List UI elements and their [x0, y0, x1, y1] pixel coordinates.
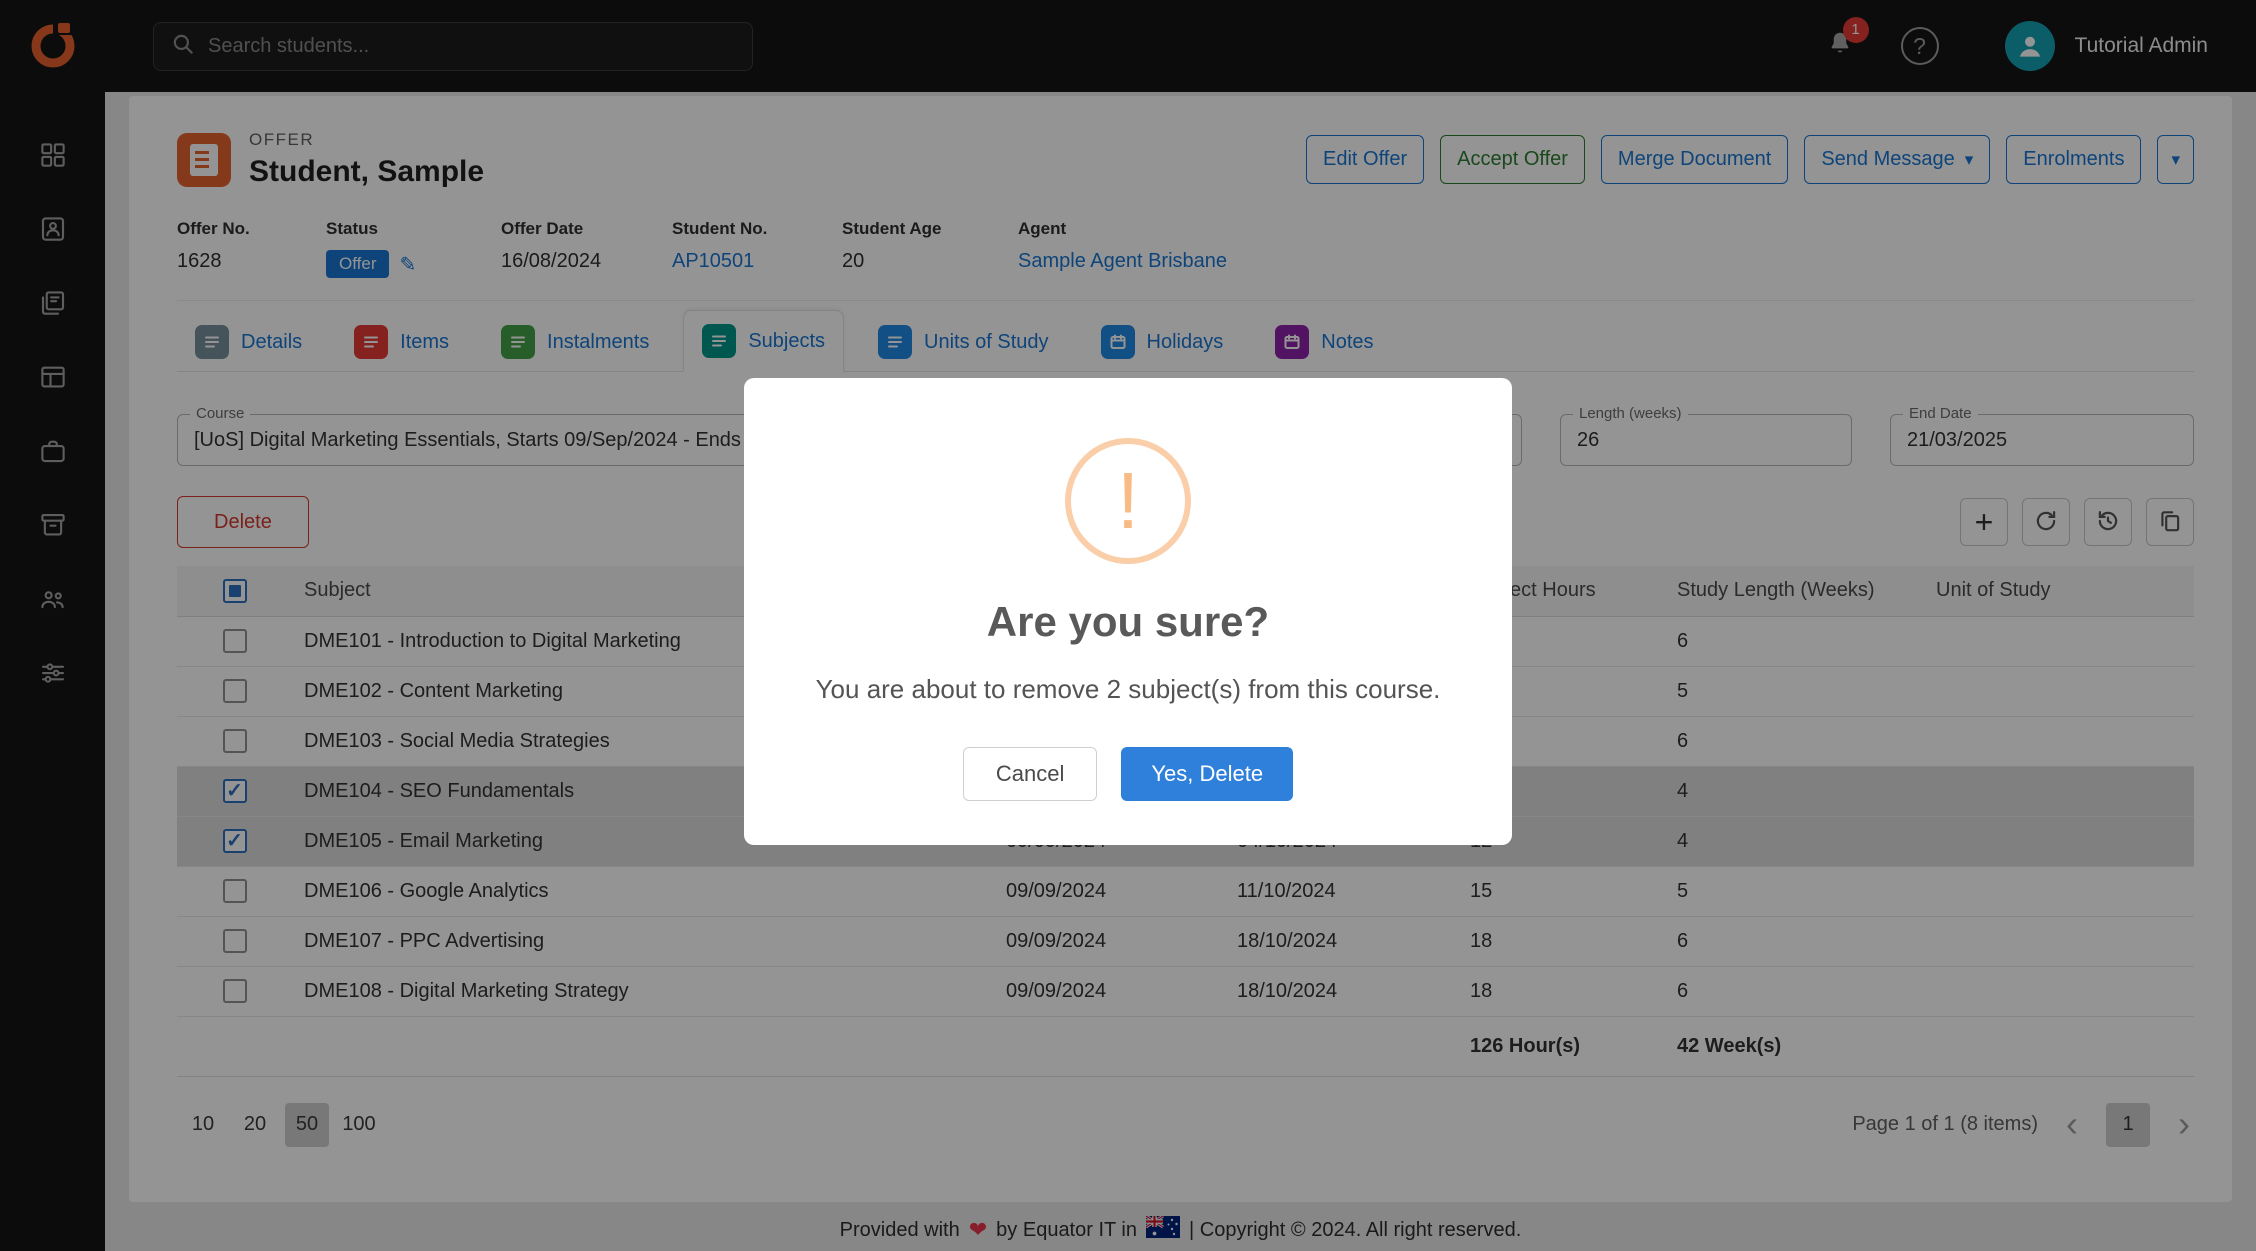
warning-icon: !: [1065, 438, 1191, 564]
dialog-actions: Cancel Yes, Delete: [792, 747, 1464, 801]
confirm-delete-button[interactable]: Yes, Delete: [1121, 747, 1293, 801]
dialog-message: You are about to remove 2 subject(s) fro…: [792, 674, 1464, 705]
confirm-dialog: ! Are you sure? You are about to remove …: [744, 378, 1512, 845]
dialog-title: Are you sure?: [792, 598, 1464, 646]
cancel-button[interactable]: Cancel: [963, 747, 1097, 801]
